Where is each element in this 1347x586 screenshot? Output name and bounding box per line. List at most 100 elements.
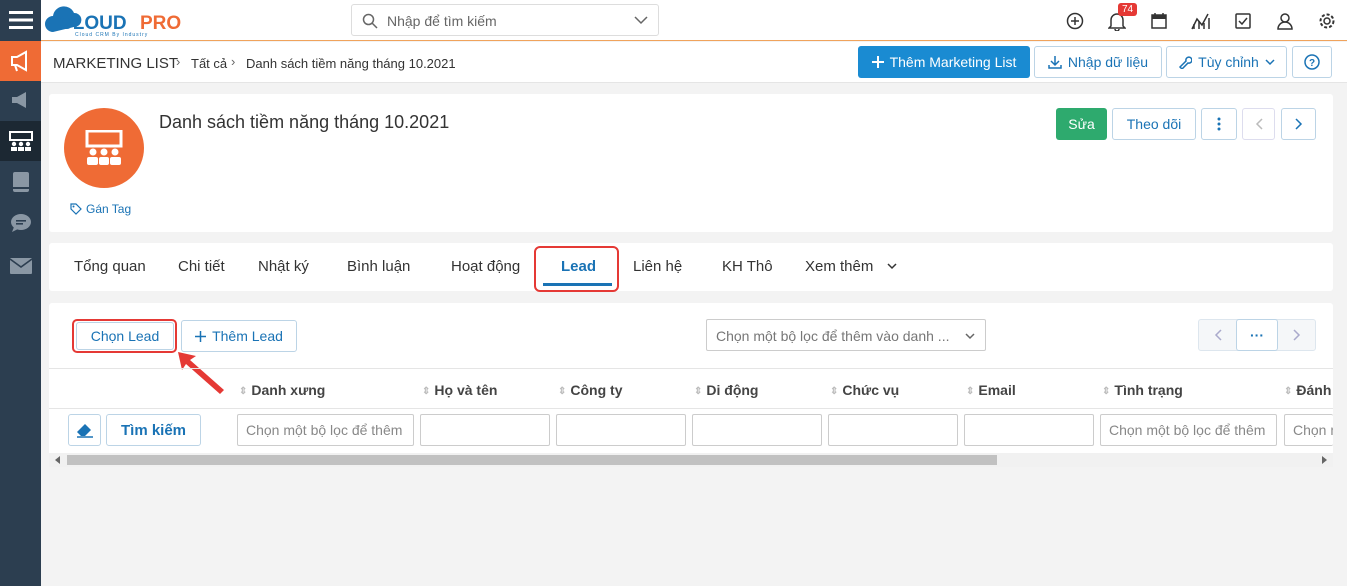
eraser-icon	[76, 424, 93, 438]
chat-icon[interactable]	[0, 203, 41, 243]
customize-dropdown[interactable]: Tùy chỉnh	[1166, 46, 1287, 78]
search-filter-label: Tìm kiếm	[120, 421, 187, 439]
edit-button[interactable]: Sửa	[1056, 108, 1107, 140]
tab-details[interactable]: Chi tiết	[178, 258, 225, 275]
scrollbar-thumb[interactable]	[67, 455, 997, 465]
task-check-icon[interactable]	[1232, 10, 1254, 32]
chevron-down-icon	[887, 263, 897, 270]
help-button[interactable]: ?	[1292, 46, 1332, 78]
edit-label: Sửa	[1068, 116, 1095, 132]
search-filter-button[interactable]: Tìm kiếm	[106, 414, 201, 446]
tab-overview[interactable]: Tổng quan	[74, 258, 146, 275]
add-lead-button[interactable]: Thêm Lead	[181, 320, 297, 352]
mail-icon[interactable]	[0, 246, 41, 286]
search-placeholder: Nhập để tìm kiếm	[387, 13, 497, 29]
global-search[interactable]: Nhập để tìm kiếm	[351, 4, 659, 36]
horizontal-scrollbar[interactable]	[49, 453, 1333, 467]
megaphone-icon[interactable]	[0, 41, 41, 81]
choose-lead-label: Chọn Lead	[90, 328, 160, 344]
record-title: Danh sách tiềm năng tháng 10.2021	[159, 112, 450, 132]
filter-email[interactable]	[964, 414, 1094, 446]
add-marketing-list-button[interactable]: Thêm Marketing List	[858, 46, 1030, 78]
more-actions-button[interactable]	[1201, 108, 1237, 140]
sidebar	[0, 0, 41, 586]
tab-raw-customers[interactable]: KH Thô	[722, 258, 773, 275]
chevron-right-icon	[1293, 329, 1301, 341]
column-header-status[interactable]: ⇕ Tình trạng	[1102, 382, 1183, 398]
column-header-mobile[interactable]: ⇕ Di động	[694, 382, 759, 398]
column-header-salutation[interactable]: ⇕ Danh xưng	[239, 382, 325, 398]
filter-full-name[interactable]	[420, 414, 550, 446]
menu-icon[interactable]	[0, 0, 41, 40]
pointer-arrow-icon	[178, 352, 224, 394]
breadcrumb-module[interactable]: MARKETING LIST	[53, 55, 178, 72]
pager-next-button[interactable]	[1279, 320, 1315, 350]
table-divider	[49, 368, 1333, 369]
book-icon[interactable]	[0, 162, 41, 202]
pager-more-button[interactable]: ···	[1236, 319, 1278, 351]
column-label: Email	[978, 382, 1016, 398]
calendar-icon[interactable]	[1148, 10, 1170, 32]
import-data-label: Nhập dữ liệu	[1067, 54, 1149, 70]
logo[interactable]: CLOUD PRO Cloud CRM By Industry	[45, 4, 205, 38]
tab-lead-underline	[543, 283, 612, 286]
tab-log[interactable]: Nhật ký	[258, 258, 309, 275]
filter-status[interactable]: Chọn một bộ lọc để thêm	[1100, 414, 1277, 446]
tabs-card	[49, 243, 1333, 291]
scroll-right-icon[interactable]	[1321, 456, 1327, 464]
choose-lead-button[interactable]: Chọn Lead	[76, 322, 174, 350]
clear-filter-button[interactable]	[68, 414, 101, 446]
breadcrumb-all[interactable]: Tất cả	[191, 56, 227, 71]
filter-mobile[interactable]	[692, 414, 822, 446]
import-data-button[interactable]: Nhập dữ liệu	[1034, 46, 1162, 78]
tab-lead[interactable]: Lead	[561, 258, 596, 275]
add-circle-icon[interactable]	[1064, 10, 1086, 32]
scroll-left-icon[interactable]	[55, 456, 61, 464]
notification-badge: 74	[1118, 3, 1138, 16]
follow-label: Theo dõi	[1126, 116, 1182, 132]
add-marketing-list-label: Thêm Marketing List	[889, 54, 1017, 70]
tag-icon	[70, 203, 82, 215]
column-header-full-name[interactable]: ⇕ Họ và tên	[422, 382, 497, 398]
list-filter-placeholder: Chọn một bộ lọc để thêm vào danh ...	[716, 328, 950, 344]
logo-text-pro: PRO	[140, 13, 181, 34]
follow-button[interactable]: Theo dõi	[1112, 108, 1196, 140]
column-header-company[interactable]: ⇕ Công ty	[558, 382, 623, 398]
pager-previous-button[interactable]	[1199, 320, 1236, 350]
logo-text-cloud: CLOUD	[59, 13, 127, 34]
marketing-list-icon[interactable]	[0, 121, 41, 161]
tab-more[interactable]: Xem thêm	[805, 258, 873, 275]
next-record-button[interactable]	[1281, 108, 1316, 140]
column-header-position[interactable]: ⇕ Chức vụ	[830, 382, 899, 398]
column-header-email[interactable]: ⇕ Email	[966, 382, 1016, 398]
column-label: Họ và tên	[434, 382, 498, 398]
chevron-left-icon	[1255, 118, 1263, 130]
tab-activities[interactable]: Hoạt động	[451, 258, 520, 275]
column-header-rating[interactable]: ⇕ Đánh	[1284, 382, 1331, 398]
column-label: Danh xưng	[251, 382, 326, 398]
filter-salutation[interactable]: Chọn một bộ lọc để thêm	[237, 414, 414, 446]
column-label: Công ty	[570, 382, 623, 398]
campaign-icon[interactable]	[0, 80, 41, 120]
chevron-left-icon	[1214, 329, 1222, 341]
column-label: Tình trạng	[1114, 382, 1183, 398]
chevron-down-icon	[634, 16, 648, 25]
previous-record-button[interactable]	[1242, 108, 1275, 140]
report-chart-icon[interactable]	[1190, 10, 1212, 32]
filter-position[interactable]	[828, 414, 958, 446]
add-lead-label: Thêm Lead	[212, 328, 283, 344]
tab-comments[interactable]: Bình luận	[347, 258, 410, 275]
svg-text:?: ?	[1309, 58, 1315, 69]
assign-tag-link[interactable]: Gán Tag	[70, 202, 131, 216]
filter-company[interactable]	[556, 414, 686, 446]
settings-gear-icon[interactable]	[1316, 10, 1338, 32]
breadcrumb-separator-icon: ›	[176, 54, 181, 69]
table-divider	[49, 408, 1333, 409]
user-icon[interactable]	[1274, 10, 1296, 32]
filter-rating[interactable]: Chọn m	[1284, 414, 1333, 446]
breadcrumb-separator-icon: ›	[231, 54, 236, 69]
list-filter-select[interactable]: Chọn một bộ lọc để thêm vào danh ...	[706, 319, 986, 351]
search-icon	[362, 13, 378, 29]
tab-contacts[interactable]: Liên hệ	[633, 258, 682, 275]
column-label: Di động	[706, 382, 759, 398]
